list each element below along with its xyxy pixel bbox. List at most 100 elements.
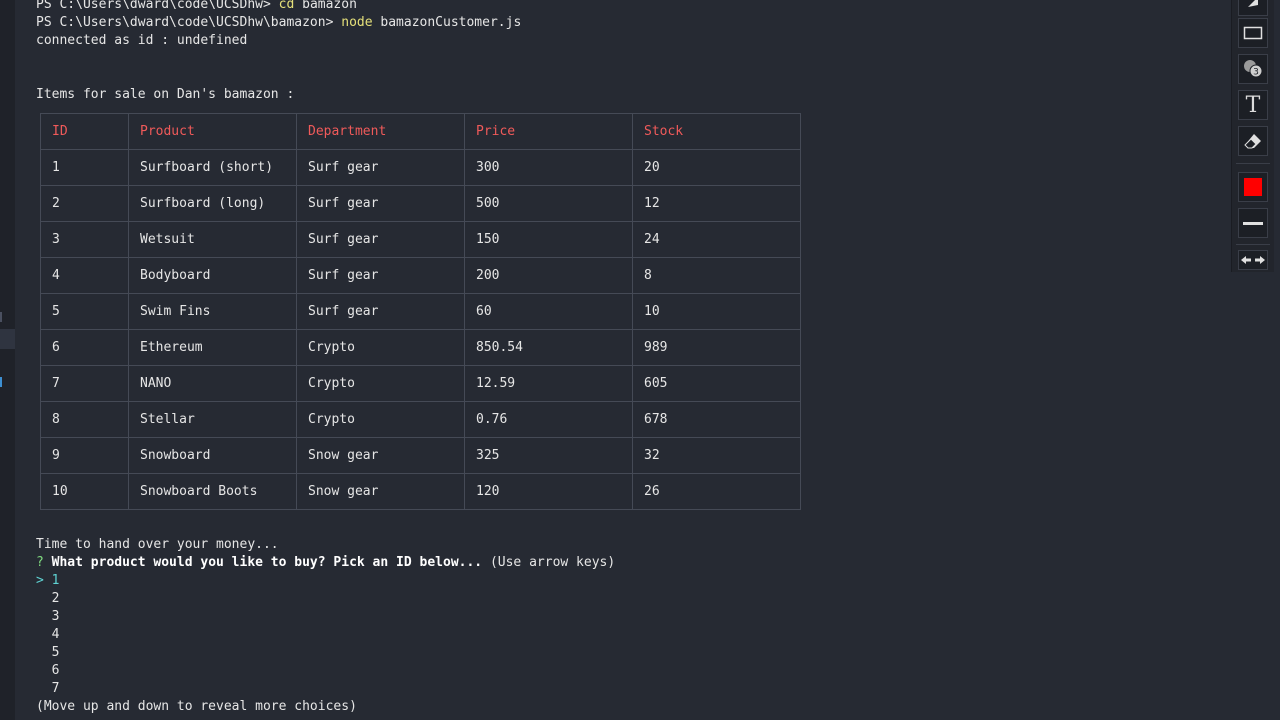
cell-price: 12.59 [464,365,633,402]
line-width-icon[interactable] [1238,208,1268,238]
table-row: 8 Stellar Crypto 0.76 678 [40,401,801,438]
cell-stock: 20 [632,149,801,186]
cell-stock: 678 [632,401,801,438]
prompt-question: What product would you like to buy? Pick… [51,555,483,570]
cell-department: Snow gear [296,437,465,474]
items-heading: Items for sale on Dan's bamazon : [36,87,295,102]
column-header-price: Price [464,113,633,150]
cell-department: Surf gear [296,149,465,186]
cell-product: Ethereum [128,329,297,366]
choice-item[interactable]: 5 [36,644,60,662]
cell-price: 500 [464,185,633,222]
annotation-toolbar: 3 T [1231,0,1274,272]
cell-price: 300 [464,149,633,186]
counter-stamp-icon[interactable]: 3 [1238,54,1268,84]
cell-id: 7 [40,365,129,402]
color-swatch-fill [1244,178,1262,196]
table-row: 1 Surfboard (short) Surf gear 300 20 [40,149,801,186]
cell-id: 2 [40,185,129,222]
choice-item[interactable]: 3 [36,608,60,626]
cell-department: Crypto [296,401,465,438]
cell-stock: 26 [632,473,801,510]
cell-id: 9 [40,437,129,474]
choice-item[interactable]: > 1 [36,572,59,590]
shell-command-line: PS C:\Users\dward\code\UCSDhw\bamazon> n… [36,14,521,32]
choice-item[interactable]: 4 [36,626,60,644]
table-row: 4 Bodyboard Surf gear 200 8 [40,257,801,294]
choice-label: 5 [51,645,60,660]
cell-price: 120 [464,473,633,510]
question-mark: ? [36,555,44,570]
cell-id: 4 [40,257,129,294]
cell-id: 3 [40,221,129,258]
choice-item[interactable]: 7 [36,680,60,698]
shell-argument: bamazonCustomer.js [372,15,522,30]
column-header-department: Department [296,113,465,150]
cell-price: 0.76 [464,401,633,438]
shell-prompt: PS C:\Users\dward\code\UCSDhw\bamazon> [36,15,342,30]
shell-command: cd [278,0,295,12]
cell-product: Surfboard (short) [128,149,297,186]
cell-product: Wetsuit [128,221,297,258]
cell-stock: 32 [632,437,801,474]
cell-stock: 605 [632,365,801,402]
cell-stock: 989 [632,329,801,366]
gutter-active-line [0,329,15,349]
table-row: 10 Snowboard Boots Snow gear 120 26 [40,473,801,510]
table-body: 1 Surfboard (short) Surf gear 300 20 2 Surfboa… [40,149,801,510]
cell-id: 5 [40,293,129,330]
choice-label: 6 [51,663,60,678]
cell-price: 325 [464,437,633,474]
choice-label: 4 [51,627,60,642]
gutter-marker [0,312,2,322]
cell-id: 6 [40,329,129,366]
cell-stock: 10 [632,293,801,330]
cell-department: Surf gear [296,221,465,258]
cell-department: Surf gear [296,293,465,330]
rectangle-icon[interactable] [1238,18,1268,48]
cell-id: 8 [40,401,129,438]
choice-label: 3 [51,609,60,624]
arrow-cursor-icon[interactable] [1238,0,1268,16]
cell-price: 60 [464,293,633,330]
cell-product: NANO [128,365,297,402]
table-row: 2 Surfboard (long) Surf gear 500 12 [40,185,801,222]
shell-prompt: PS C:\Users\dward\code\UCSDhw> [36,0,279,12]
choice-item[interactable]: 2 [36,590,60,608]
cell-product: Surfboard (long) [128,185,297,222]
items-table: ID Product Department Price Stock 1 Surfb… [40,113,801,510]
column-header-stock: Stock [632,113,801,150]
connection-status: connected as id : undefined [36,33,248,48]
cell-department: Surf gear [296,257,465,294]
table-row: 7 NANO Crypto 12.59 605 [40,365,801,402]
selection-pointer: > [36,573,44,588]
choice-label: 2 [51,591,60,606]
table-row: 9 Snowboard Snow gear 325 32 [40,437,801,474]
prompt-hint: (Use arrow keys) [482,555,616,570]
cell-stock: 12 [632,185,801,222]
cell-id: 1 [40,149,129,186]
column-header-product: Product [128,113,297,150]
color-swatch-icon[interactable] [1238,172,1268,202]
choice-label: 7 [51,681,60,696]
line-width-bar [1243,221,1263,225]
cell-product: Snowboard Boots [128,473,297,510]
text-tool-glyph: T [1245,92,1261,118]
gutter-marker [0,377,2,387]
cell-department: Surf gear [296,185,465,222]
cell-product: Swim Fins [128,293,297,330]
shell-command: node [341,15,373,30]
text-tool-icon[interactable]: T [1238,90,1268,120]
table-row: 5 Swim Fins Surf gear 60 10 [40,293,801,330]
svg-text:3: 3 [1253,68,1259,78]
undo-redo-icon[interactable] [1238,250,1268,270]
table-row: 3 Wetsuit Surf gear 150 24 [40,221,801,258]
cell-product: Stellar [128,401,297,438]
cell-department: Crypto [296,329,465,366]
eraser-icon[interactable] [1238,126,1268,156]
table-header-row: ID Product Department Price Stock [40,113,801,150]
toolbar-divider [1236,163,1270,164]
choice-item[interactable]: 6 [36,662,60,680]
cell-price: 200 [464,257,633,294]
table-row: 6 Ethereum Crypto 850.54 989 [40,329,801,366]
